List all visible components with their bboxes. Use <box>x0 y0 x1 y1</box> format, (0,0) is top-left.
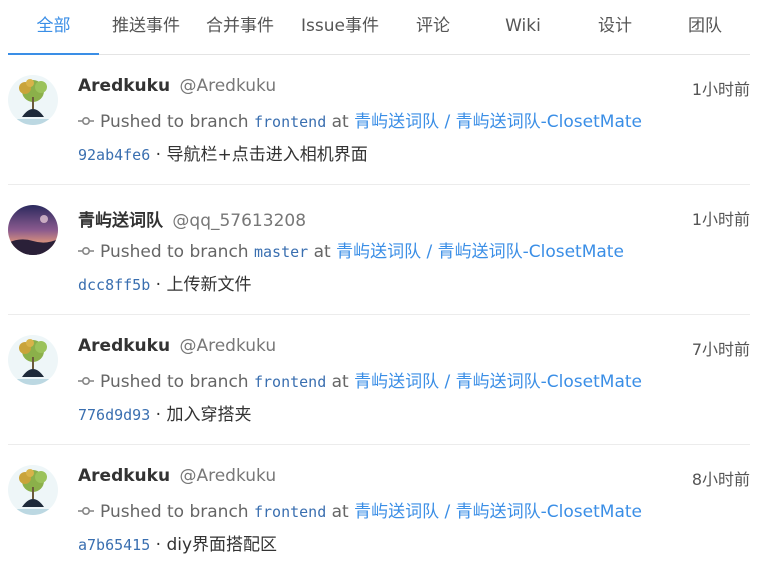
commit-message: 加入穿搭夹 <box>166 405 252 425</box>
event-description: Pushed to branch frontend at 青屿送词队 / 青屿送… <box>78 367 642 392</box>
tab-merge-events[interactable]: 合并事件 <box>198 0 282 54</box>
commit-sha-link[interactable]: 776d9d93 <box>78 406 150 424</box>
event-description: Pushed to branch master at 青屿送词队 / 青屿送词队… <box>78 237 624 262</box>
branch-link[interactable]: frontend <box>254 373 326 391</box>
commit-icon <box>78 503 94 517</box>
author-handle: @qq_57613208 <box>172 211 307 231</box>
author-name[interactable]: Aredkuku <box>78 466 170 486</box>
event-time: 1小时前 <box>691 210 750 229</box>
author-handle: @Aredkuku <box>179 336 277 356</box>
user-avatar-plant[interactable] <box>8 335 58 385</box>
commit-message: 上传新文件 <box>166 275 252 295</box>
commit-icon <box>78 243 94 257</box>
plant-avatar-icon <box>8 75 58 125</box>
user-avatar-plant[interactable] <box>8 465 58 515</box>
tab-wiki[interactable]: Wiki <box>498 0 548 54</box>
tab-all[interactable]: 全部 <box>8 0 99 55</box>
user-avatar-plant[interactable] <box>8 75 58 125</box>
commit-message: diy界面搭配区 <box>166 535 278 555</box>
repository-link[interactable]: 青屿送词队 / 青屿送词队-ClosetMate <box>336 242 624 262</box>
repository-link[interactable]: 青屿送词队 / 青屿送词队-ClosetMate <box>354 112 642 132</box>
tab-team[interactable]: 团队 <box>678 0 732 54</box>
commit-line: dcc8ff5b · 上传新文件 <box>78 270 251 295</box>
event-time: 7小时前 <box>691 340 750 359</box>
author-handle: @Aredkuku <box>179 466 277 486</box>
commit-message: 导航栏+点击进入相机界面 <box>166 145 368 165</box>
pushed-to-branch-text: Pushed to branch <box>100 502 249 522</box>
user-avatar-sunset[interactable] <box>8 205 58 255</box>
tab-comments[interactable]: 评论 <box>406 0 460 54</box>
commit-sha-link[interactable]: a7b65415 <box>78 536 150 554</box>
author-name[interactable]: Aredkuku <box>78 336 170 356</box>
pushed-to-branch-text: Pushed to branch <box>100 112 249 132</box>
repository-link[interactable]: 青屿送词队 / 青屿送词队-ClosetMate <box>354 502 642 522</box>
separator: · <box>150 405 167 425</box>
branch-link[interactable]: frontend <box>254 503 326 521</box>
at-text: at <box>331 372 349 392</box>
commit-icon <box>78 373 94 387</box>
event-header: Aredkuku @Aredkuku <box>78 76 276 96</box>
author-handle: @Aredkuku <box>179 76 277 96</box>
branch-link[interactable]: master <box>254 243 308 261</box>
event-time: 1小时前 <box>691 80 750 99</box>
commit-line: 776d9d93 · 加入穿搭夹 <box>78 400 251 425</box>
activity-event: Aredkuku @Aredkuku 1小时前 Pushed to branch… <box>8 55 750 185</box>
event-header: Aredkuku @Aredkuku <box>78 336 276 356</box>
event-description: Pushed to branch frontend at 青屿送词队 / 青屿送… <box>78 107 642 132</box>
separator: · <box>150 535 167 555</box>
at-text: at <box>331 502 349 522</box>
separator: · <box>150 275 167 295</box>
activity-event: 青屿送词队 @qq_57613208 1小时前 Pushed to branch… <box>8 185 750 315</box>
tab-design[interactable]: 设计 <box>588 0 642 54</box>
author-name[interactable]: 青屿送词队 <box>78 211 163 231</box>
pushed-to-branch-text: Pushed to branch <box>100 372 249 392</box>
plant-avatar-icon <box>8 465 58 515</box>
author-name[interactable]: Aredkuku <box>78 76 170 96</box>
event-filter-tabs: 全部 推送事件 合并事件 Issue事件 评论 Wiki 设计 团队 <box>8 0 750 55</box>
branch-link[interactable]: frontend <box>254 113 326 131</box>
commit-line: 92ab4fe6 · 导航栏+点击进入相机界面 <box>78 140 368 165</box>
at-text: at <box>313 242 331 262</box>
pushed-to-branch-text: Pushed to branch <box>100 242 249 262</box>
plant-avatar-icon <box>8 335 58 385</box>
event-header: Aredkuku @Aredkuku <box>78 466 276 486</box>
activity-feed: Aredkuku @Aredkuku 1小时前 Pushed to branch… <box>8 55 750 574</box>
commit-sha-link[interactable]: 92ab4fe6 <box>78 146 150 164</box>
commit-line: a7b65415 · diy界面搭配区 <box>78 530 277 555</box>
event-header: 青屿送词队 @qq_57613208 <box>78 206 306 231</box>
commit-sha-link[interactable]: dcc8ff5b <box>78 276 150 294</box>
commit-icon <box>78 113 94 127</box>
tab-push-events[interactable]: 推送事件 <box>104 0 188 54</box>
sunset-avatar-icon <box>8 205 58 255</box>
event-time: 8小时前 <box>691 470 750 489</box>
event-description: Pushed to branch frontend at 青屿送词队 / 青屿送… <box>78 497 642 522</box>
tab-issue-events[interactable]: Issue事件 <box>294 0 386 54</box>
activity-event: Aredkuku @Aredkuku 7小时前 Pushed to branch… <box>8 315 750 445</box>
separator: · <box>150 145 167 165</box>
at-text: at <box>331 112 349 132</box>
repository-link[interactable]: 青屿送词队 / 青屿送词队-ClosetMate <box>354 372 642 392</box>
activity-event: Aredkuku @Aredkuku 8小时前 Pushed to branch… <box>8 445 750 574</box>
